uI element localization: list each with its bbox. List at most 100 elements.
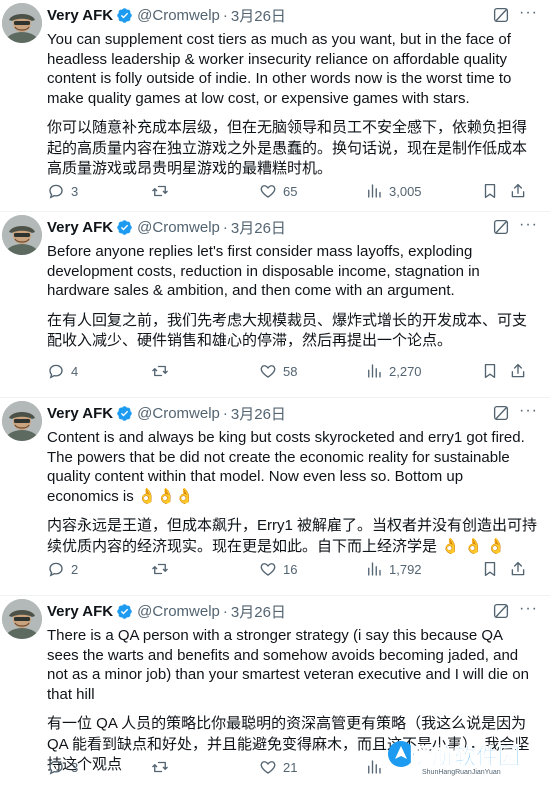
separator: · bbox=[222, 404, 228, 422]
tweet-date[interactable]: 3月26日 bbox=[231, 403, 286, 424]
tweet-header: Very AFK @Cromwelp · 3月26日 ··· bbox=[47, 212, 538, 242]
tweet-text: You can supplement cost tiers as much as… bbox=[47, 31, 512, 107]
like-icon bbox=[259, 560, 277, 578]
tweet-date[interactable]: 3月26日 bbox=[231, 217, 286, 238]
like-button[interactable]: 58 bbox=[259, 362, 297, 380]
tweet-translation: 在有人回复之前，我们先考虑大规模裁员、爆炸式增长的开发成本、可支配收入减少、硬件… bbox=[47, 311, 528, 350]
grok-icon[interactable] bbox=[492, 218, 510, 236]
tweet-translation: 内容永远是王道，但成本飙升，Erry1 被解雇了。当权者并没有创造出可持续优质内… bbox=[47, 517, 538, 555]
more-icon[interactable]: ··· bbox=[519, 600, 538, 618]
bookmark-button[interactable] bbox=[481, 362, 499, 380]
reply-icon bbox=[47, 362, 65, 380]
like-icon bbox=[259, 758, 277, 776]
reply-button[interactable]: 4 bbox=[47, 362, 78, 380]
share-button[interactable] bbox=[509, 182, 527, 200]
reply-icon bbox=[47, 560, 65, 578]
tweet-header: Very AFK @Cromwelp · 3月26日 ··· bbox=[47, 398, 538, 428]
bookmark-button[interactable] bbox=[481, 560, 499, 578]
watermark-title: 瞬航软件园 bbox=[410, 745, 521, 771]
tweet[interactable]: Very AFK @Cromwelp · 3月26日 ··· You can s… bbox=[0, 0, 550, 212]
view-count: 3,005 bbox=[389, 183, 422, 199]
share-icon bbox=[509, 560, 527, 578]
separator: · bbox=[222, 602, 228, 620]
like-count: 65 bbox=[283, 183, 298, 199]
like-button[interactable]: 65 bbox=[259, 182, 297, 200]
views-icon bbox=[365, 182, 383, 200]
avatar[interactable] bbox=[2, 3, 42, 43]
timeline-feed: Very AFK @Cromwelp · 3月26日 ··· You can s… bbox=[0, 0, 550, 785]
share-button[interactable] bbox=[509, 560, 527, 578]
avatar[interactable] bbox=[2, 215, 42, 255]
reply-count: 3 bbox=[71, 759, 79, 775]
like-button[interactable]: 16 bbox=[259, 560, 297, 578]
view-count: 2,270 bbox=[389, 363, 422, 379]
watermark: 瞬航软件园 ShunHangRuanJianYuan bbox=[386, 737, 532, 781]
like-count: 16 bbox=[283, 561, 298, 577]
tweet[interactable]: Very AFK @Cromwelp · 3月26日 ··· Before an… bbox=[0, 212, 550, 398]
views-button[interactable]: 1,792 bbox=[365, 560, 422, 578]
tweet-text: Before anyone replies let's first consid… bbox=[47, 243, 480, 299]
verified-badge-icon bbox=[116, 405, 133, 422]
tweet-text: Content is and always be king but costs … bbox=[47, 429, 525, 505]
share-icon bbox=[509, 362, 527, 380]
reply-count: 3 bbox=[71, 183, 79, 199]
avatar[interactable] bbox=[2, 401, 42, 441]
retweet-icon bbox=[151, 362, 169, 380]
author-handle[interactable]: @Cromwelp bbox=[137, 405, 220, 422]
share-button[interactable] bbox=[509, 362, 527, 380]
views-button[interactable]: 2,270 bbox=[365, 362, 422, 380]
separator: · bbox=[222, 218, 228, 236]
like-icon bbox=[259, 182, 277, 200]
more-icon[interactable]: ··· bbox=[519, 216, 538, 234]
view-count: 1,792 bbox=[389, 561, 422, 577]
action-bar: 3 65 3,005 bbox=[47, 180, 538, 202]
bookmark-button[interactable] bbox=[481, 182, 499, 200]
author-name[interactable]: Very AFK bbox=[47, 603, 113, 620]
retweet-icon bbox=[151, 182, 169, 200]
tweet-date[interactable]: 3月26日 bbox=[231, 601, 286, 622]
action-bar: 2 16 1,792 bbox=[47, 558, 538, 580]
retweet-button[interactable] bbox=[151, 182, 175, 200]
more-icon[interactable]: ··· bbox=[519, 4, 538, 22]
reply-count: 2 bbox=[71, 561, 79, 577]
bookmark-icon bbox=[481, 560, 499, 578]
retweet-button[interactable] bbox=[151, 362, 175, 380]
reply-button[interactable]: 3 bbox=[47, 758, 78, 776]
bookmark-icon bbox=[481, 362, 499, 380]
author-handle[interactable]: @Cromwelp bbox=[137, 7, 220, 24]
retweet-button[interactable] bbox=[151, 758, 175, 776]
avatar[interactable] bbox=[2, 599, 42, 639]
tweet-translation: 你可以随意补充成本层级，但在无脑领导和员工不安全感下，依赖负担得起的高质量内容在… bbox=[47, 119, 528, 177]
views-icon bbox=[365, 560, 383, 578]
reply-count: 4 bbox=[71, 363, 79, 379]
author-name[interactable]: Very AFK bbox=[47, 7, 113, 24]
grok-icon[interactable] bbox=[492, 404, 510, 422]
more-icon[interactable]: ··· bbox=[519, 402, 538, 420]
author-name[interactable]: Very AFK bbox=[47, 219, 113, 236]
reply-button[interactable]: 2 bbox=[47, 560, 78, 578]
author-name[interactable]: Very AFK bbox=[47, 405, 113, 422]
grok-icon[interactable] bbox=[492, 6, 510, 24]
tweet-date[interactable]: 3月26日 bbox=[231, 5, 286, 26]
tweet-text: There is a QA person with a stronger str… bbox=[47, 627, 529, 703]
verified-badge-icon bbox=[116, 219, 133, 236]
bookmark-icon bbox=[481, 182, 499, 200]
like-count: 21 bbox=[283, 759, 298, 775]
tweet[interactable]: Very AFK @Cromwelp · 3月26日 ··· Content i… bbox=[0, 398, 550, 596]
tweet-header: Very AFK @Cromwelp · 3月26日 ··· bbox=[47, 0, 538, 30]
like-button[interactable]: 21 bbox=[259, 758, 297, 776]
verified-badge-icon bbox=[116, 603, 133, 620]
action-bar: 4 58 2,270 bbox=[47, 360, 538, 382]
reply-button[interactable]: 3 bbox=[47, 182, 78, 200]
grok-icon[interactable] bbox=[492, 602, 510, 620]
author-handle[interactable]: @Cromwelp bbox=[137, 219, 220, 236]
watermark-subtitle: ShunHangRuanJianYuan bbox=[422, 769, 501, 776]
tweet-header: Very AFK @Cromwelp · 3月26日 ··· bbox=[47, 596, 538, 626]
views-button[interactable]: 3,005 bbox=[365, 182, 422, 200]
retweet-icon bbox=[151, 560, 169, 578]
author-handle[interactable]: @Cromwelp bbox=[137, 603, 220, 620]
like-count: 58 bbox=[283, 363, 298, 379]
separator: · bbox=[222, 6, 228, 24]
reply-icon bbox=[47, 758, 65, 776]
retweet-button[interactable] bbox=[151, 560, 175, 578]
